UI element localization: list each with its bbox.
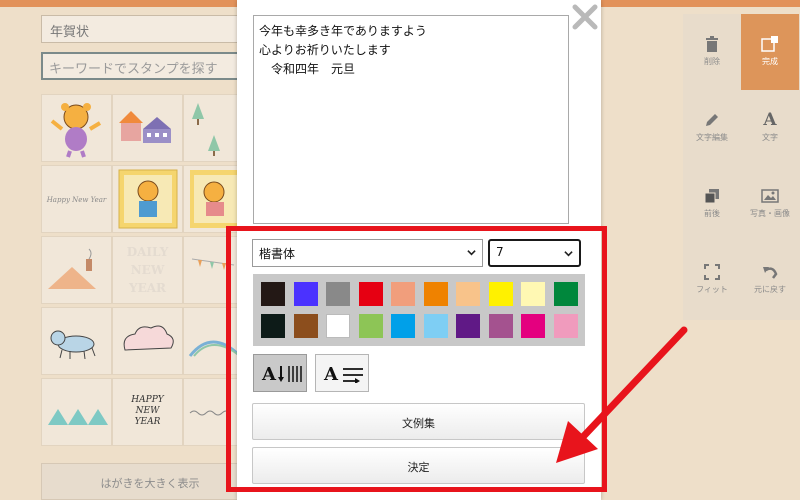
category-select[interactable]: 年賀状 <box>41 15 259 43</box>
close-icon[interactable] <box>571 3 599 31</box>
stamp-text-year: YEAR <box>129 281 166 295</box>
stamp-triangles[interactable] <box>41 378 112 446</box>
fit-button[interactable]: フィット <box>683 242 741 318</box>
right-toolbar: 削除 完成 文字編集 A 文字 前後 写真・画像 フィット 元に戻す <box>683 14 800 320</box>
fit-icon <box>704 264 720 280</box>
stamp-grid: Happy New Year DAILY NEW YEAR HAPPY NEW … <box>41 94 242 448</box>
stamp-tree[interactable] <box>183 94 241 162</box>
stamp-text-year: YEAR <box>134 417 161 427</box>
photo-button[interactable]: 写真・画像 <box>741 166 799 242</box>
text-A-icon: A <box>763 110 777 130</box>
stamp-search-input[interactable]: キーワードでスタンプを探す <box>41 52 259 80</box>
fit-label: フィット <box>696 285 728 294</box>
complete-icon <box>761 36 778 52</box>
stamp-happy-new-year-circle[interactable]: HAPPY NEW YEAR <box>112 378 183 446</box>
trash-icon <box>706 36 718 52</box>
delete-button[interactable]: 削除 <box>683 14 741 90</box>
stamp-houses[interactable] <box>112 94 183 162</box>
highlight-frame <box>226 226 607 492</box>
stamp-text-new: NEW <box>135 406 160 416</box>
text-button[interactable]: A 文字 <box>741 90 799 166</box>
stamp-tiger-frame[interactable] <box>112 165 183 233</box>
stamp-tiger-mascot[interactable] <box>41 94 112 162</box>
text-label: 文字 <box>762 133 778 142</box>
undo-button[interactable]: 元に戻す <box>741 242 799 318</box>
undo-label: 元に戻す <box>754 285 786 294</box>
complete-label: 完成 <box>762 57 778 66</box>
message-textarea[interactable]: 今年も幸多き年でありますよう 心よりお祈りいたします 令和四年 元旦 <box>253 15 569 224</box>
stamp-text-new: NEW <box>130 263 165 277</box>
edit-text-label: 文字編集 <box>696 133 728 142</box>
stamp-cloud[interactable] <box>112 307 183 375</box>
stamp-text-daily: DAILY <box>126 245 169 259</box>
stamp-happy-new-year-text[interactable]: Happy New Year <box>41 165 112 233</box>
stamp-house-roof[interactable] <box>41 236 112 304</box>
stamp-tiger-walking[interactable] <box>41 307 112 375</box>
delete-label: 削除 <box>704 57 720 66</box>
stamp-daily-new-year[interactable]: DAILY NEW YEAR <box>112 236 183 304</box>
order-button[interactable]: 前後 <box>683 166 741 242</box>
complete-button[interactable]: 完成 <box>741 14 799 90</box>
order-label: 前後 <box>704 209 720 218</box>
undo-icon <box>763 267 778 279</box>
image-icon <box>761 189 779 203</box>
stamp-text-happy: HAPPY <box>131 395 164 405</box>
edit-text-button[interactable]: 文字編集 <box>683 90 741 166</box>
stamp-text: Happy New Year <box>46 196 107 204</box>
pencil-icon <box>706 114 718 126</box>
photo-label: 写真・画像 <box>750 209 790 218</box>
stamp-tiger-frame-2[interactable] <box>183 165 241 233</box>
layers-icon <box>704 189 719 204</box>
